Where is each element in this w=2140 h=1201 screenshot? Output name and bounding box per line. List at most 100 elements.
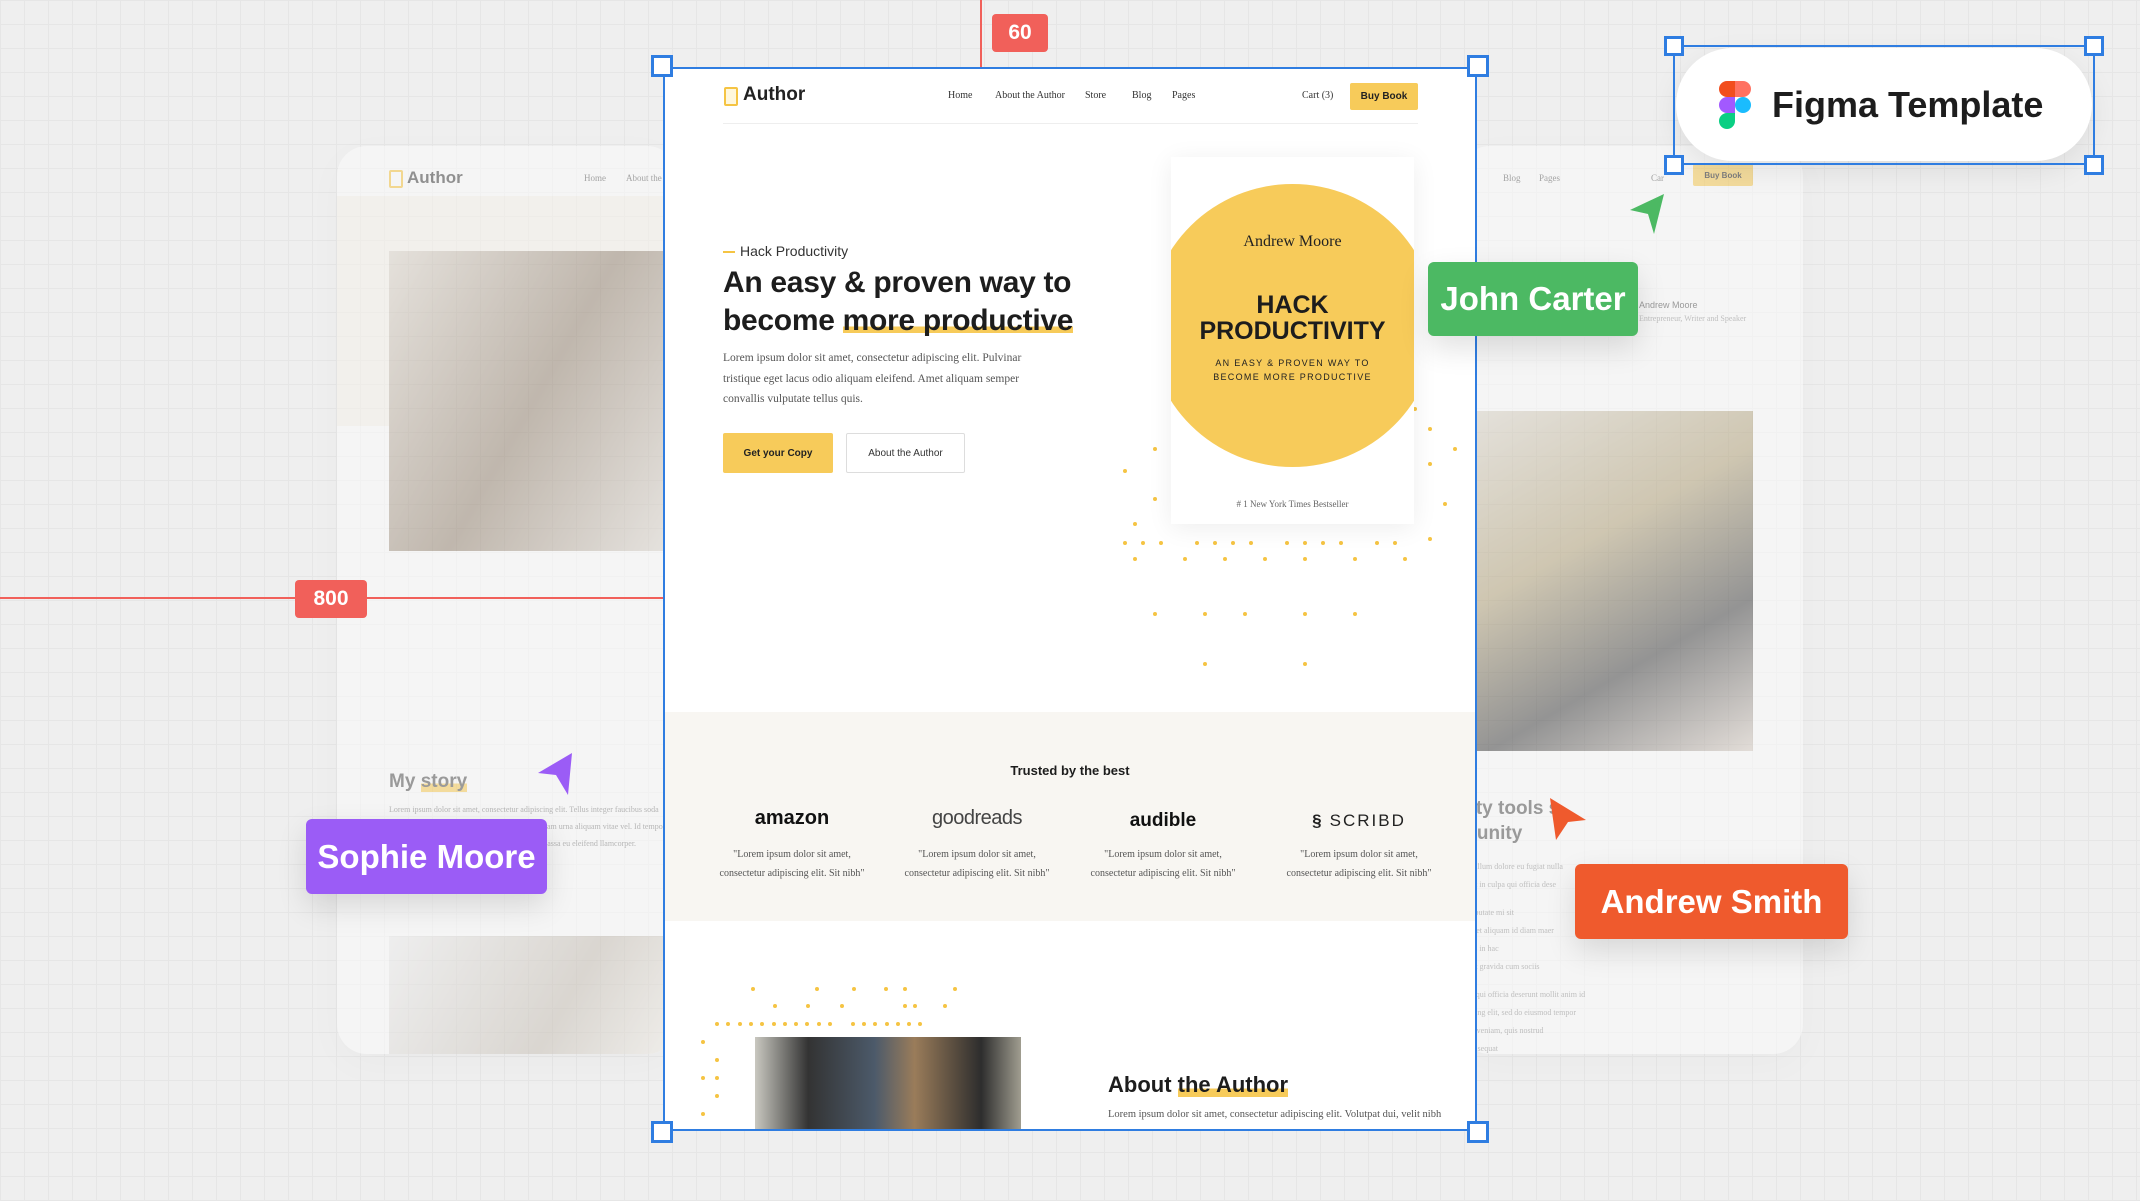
- dot: [1133, 522, 1137, 526]
- dot: [1213, 541, 1217, 545]
- buy-book-button[interactable]: Buy Book: [1350, 83, 1418, 110]
- quote-line: consectetur adipiscing elit. Sit nibh": [719, 868, 865, 879]
- resize-handle-bl[interactable]: [651, 1121, 673, 1143]
- nav-store[interactable]: Store: [1085, 90, 1106, 101]
- dot: [1453, 447, 1457, 451]
- scribd-logo: SCRIBD: [1329, 811, 1406, 830]
- text-line: , sunt in culpa qui officia dese: [1460, 880, 1557, 889]
- eyebrow-dash: [723, 251, 735, 253]
- goodreads-logo: goodreads: [931, 807, 1023, 829]
- dot: [1321, 541, 1325, 545]
- book-subtitle-line: BECOME MORE PRODUCTIVE: [1213, 372, 1372, 382]
- dot: [1393, 541, 1397, 545]
- dot: [1141, 541, 1145, 545]
- dot: [806, 1004, 810, 1008]
- text-line: l vulputate mi sit: [1460, 908, 1514, 917]
- cursor-icon: [538, 753, 572, 795]
- main-frame[interactable]: Author Home About the Author Store Blog …: [663, 67, 1477, 1131]
- dot: [715, 1022, 719, 1026]
- dot: [773, 1004, 777, 1008]
- dot: [850, 1022, 855, 1026]
- nav-blog: Blog: [1503, 173, 1521, 183]
- dot: [943, 1004, 947, 1008]
- dot: [701, 1112, 705, 1116]
- dot: [1403, 557, 1407, 561]
- dot: [1285, 541, 1289, 545]
- dot: [1231, 541, 1235, 545]
- resize-handle[interactable]: [1664, 155, 1684, 175]
- nav-about[interactable]: About the Author: [995, 90, 1065, 101]
- about-author-button[interactable]: About the Author: [846, 433, 965, 473]
- hero-title-line: become: [723, 304, 843, 337]
- dot: [861, 1022, 866, 1026]
- trusted-item: § SCRIBD "Lorem ipsum dolor sit amet, cons…: [1259, 807, 1459, 883]
- dot: [737, 1022, 742, 1026]
- get-copy-button[interactable]: Get your Copy: [723, 433, 833, 473]
- trusted-item: audible "Lorem ipsum dolor sit amet, cons…: [1063, 807, 1263, 883]
- collaborator-label-sophie: Sophie Moore: [306, 819, 547, 894]
- left-page-preview: Author Home About the A My story Lorem i…: [337, 146, 677, 1054]
- story-highlight: story: [420, 771, 468, 792]
- collaborator-label-john: John Carter: [1428, 262, 1638, 336]
- quote-line: consectetur adipiscing elit. Sit nibh": [904, 868, 1050, 879]
- resize-handle-tr[interactable]: [1467, 55, 1489, 77]
- book-title: HACK PRODUCTIVITY: [1171, 292, 1414, 344]
- nav-pages[interactable]: Pages: [1172, 90, 1195, 101]
- dot: [1153, 447, 1157, 451]
- logo: Author: [407, 168, 463, 187]
- nav-home[interactable]: Home: [948, 90, 972, 101]
- dot: [701, 1040, 705, 1044]
- nav-pages: Pages: [1539, 173, 1560, 183]
- trusted-item: goodreads "Lorem ipsum dolor sit amet, co…: [877, 807, 1077, 883]
- dot: [1263, 557, 1267, 561]
- dot: [715, 1076, 719, 1080]
- dot: [1153, 497, 1157, 501]
- book-tagline: # 1 New York Times Bestseller: [1236, 499, 1349, 509]
- book-cover[interactable]: Andrew Moore HACK PRODUCTIVITY AN EASY & …: [1171, 157, 1414, 524]
- cursor-icon: [1550, 798, 1586, 840]
- quote-line: "Lorem ipsum dolor sit amet,: [918, 849, 1036, 860]
- story-title: My: [389, 771, 421, 792]
- amazon-logo: amazon: [754, 807, 830, 829]
- book-author: Andrew Moore: [1243, 233, 1342, 250]
- text-line: ulpa qui officia deserunt mollit anim id: [1460, 990, 1586, 999]
- logo[interactable]: Author: [743, 84, 805, 106]
- nav-blog[interactable]: Blog: [1132, 90, 1151, 101]
- quote-line: consectetur adipiscing elit. Sit nibh": [1090, 868, 1236, 879]
- author-photo: [389, 251, 677, 551]
- resize-handle[interactable]: [2084, 155, 2104, 175]
- resize-handle[interactable]: [1664, 36, 1684, 56]
- book-subtitle-line: AN EASY & PROVEN WAY TO: [1215, 358, 1370, 368]
- resize-handle[interactable]: [2084, 36, 2104, 56]
- nav-cart[interactable]: Cart (3): [1302, 90, 1333, 101]
- dot: [1428, 537, 1432, 541]
- dot: [840, 1004, 844, 1008]
- dot: [1183, 557, 1187, 561]
- cursor-icon: [1630, 194, 1664, 234]
- trusted-title: Trusted by the best: [1010, 763, 1130, 778]
- dot: [1303, 541, 1307, 545]
- text-block: sse cillum dolore eu fugiat nulla , sunt …: [1460, 858, 1585, 1054]
- dot: [1133, 557, 1137, 561]
- hero-title: An easy & proven way to become more prod…: [723, 264, 1073, 340]
- dot: [701, 1076, 705, 1080]
- dot: [805, 1022, 810, 1026]
- author-photo: [755, 1037, 1021, 1131]
- books-photo: [1460, 411, 1753, 751]
- book-title-line: PRODUCTIVITY: [1199, 317, 1386, 345]
- dot: [751, 987, 755, 991]
- resize-handle-tl[interactable]: [651, 55, 673, 77]
- text-line: sse cillum dolore eu fugiat nulla: [1460, 862, 1563, 871]
- quote-line: consectetur adipiscing elit. Sit nibh": [1286, 868, 1432, 879]
- dot: [1428, 427, 1432, 431]
- nav-home: Home: [584, 173, 606, 183]
- book-title-line: HACK: [1256, 291, 1329, 319]
- dot: [873, 1022, 878, 1026]
- dot: [903, 1004, 907, 1008]
- resize-handle-br[interactable]: [1467, 1121, 1489, 1143]
- dot: [1303, 612, 1307, 616]
- audible-logo: audible: [1129, 810, 1197, 831]
- text-line: ipiscing elit, sed do eiusmod tempor: [1460, 1008, 1576, 1017]
- dot: [1243, 612, 1247, 616]
- dot: [1223, 557, 1227, 561]
